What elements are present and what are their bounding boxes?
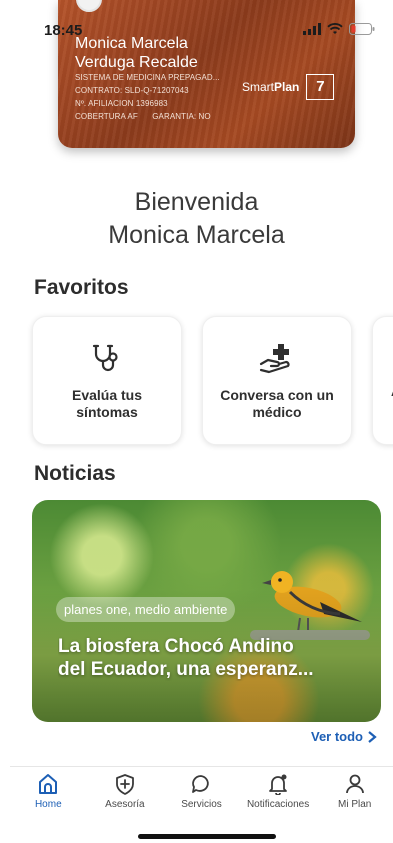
status-icons (303, 23, 375, 35)
news-title: Noticias (34, 462, 116, 485)
greeting-name: Monica Marcela (108, 221, 285, 249)
card-coverage-row: COBERTURA AF GARANTIA: NO (75, 112, 211, 121)
nav-home-label: Home (34, 799, 62, 810)
chevron-right-icon (368, 730, 377, 743)
see-all-label: Ver todo (310, 729, 363, 744)
signal-icon (303, 23, 321, 35)
chat-bubble-icon (192, 775, 210, 793)
card-guarantee: GARANTIA: NO (152, 112, 211, 121)
favorites-row: Evalúa tus síntomas Conversa con un médi… (32, 316, 393, 445)
status-time: 18:45 (44, 22, 83, 39)
plan-number: 7 (306, 74, 335, 100)
nav-notificaciones[interactable]: Notificaciones (240, 767, 317, 818)
status-bar: 18:45 (0, 0, 393, 46)
bird-image (250, 571, 370, 640)
favorite-symptoms-label: Evalúa tus síntomas (71, 387, 143, 420)
news-card[interactable]: planes one, medio ambiente La biosfera C… (32, 500, 381, 722)
news-headline: La biosfera Chocó Andino del Ecuador, un… (58, 635, 358, 681)
nav-asesoria-label: Asesoría (105, 799, 145, 810)
news-headline-line1: La biosfera Chocó Andino (58, 636, 294, 657)
favorites-title: Favoritos (34, 276, 129, 299)
nav-asesoria[interactable]: Asesoría (87, 767, 164, 818)
wifi-icon (327, 23, 343, 34)
news-tag: planes one, medio ambiente (56, 597, 236, 622)
favorite-partial-card[interactable]: A (372, 316, 393, 445)
home-indicator (138, 834, 276, 839)
member-name-line2: Verduga Recalde (75, 54, 198, 71)
see-all-link[interactable]: Ver todo (311, 729, 377, 744)
plan-bold: Plan (274, 80, 300, 94)
hand-plus-icon (259, 344, 290, 374)
plan-prefix: Smart (242, 80, 275, 94)
card-company: SISTEMA DE MEDICINA PREPAGAD... (75, 73, 220, 82)
card-contract: CONTRATO: SLD-Q-71207043 (75, 86, 189, 95)
favorite-doctor-label: Conversa con un médico (220, 387, 334, 420)
favorite-doctor-card[interactable]: Conversa con un médico (202, 316, 352, 445)
nav-home[interactable]: Home (10, 767, 87, 818)
greeting-title: Bienvenida (134, 188, 259, 216)
stethoscope-icon (92, 344, 118, 372)
favorite-symptoms-card[interactable]: Evalúa tus síntomas (32, 316, 182, 445)
bell-icon (269, 774, 287, 795)
news-headline-line2: del Ecuador, una esperanz... (58, 659, 314, 680)
shield-plus-icon (115, 774, 134, 795)
nav-mi-plan-label: Mi Plan (337, 799, 372, 810)
user-icon (345, 774, 364, 794)
plan-name: SmartPlan (242, 80, 299, 94)
nav-notificaciones-label: Notificaciones (246, 799, 310, 810)
card-coverage: COBERTURA AF (75, 112, 138, 121)
card-affiliation: Nº. AFILIACION 1396983 (75, 99, 168, 108)
nav-servicios[interactable]: Servicios (163, 767, 240, 818)
battery-icon (349, 23, 375, 35)
bottom-nav: Home Asesoría Servicios Notificaciones M… (10, 766, 393, 818)
nav-mi-plan[interactable]: Mi Plan (316, 767, 393, 818)
nav-servicios-label: Servicios (181, 799, 222, 810)
plan-badge: SmartPlan 7 (242, 74, 335, 100)
home-icon (39, 774, 58, 794)
